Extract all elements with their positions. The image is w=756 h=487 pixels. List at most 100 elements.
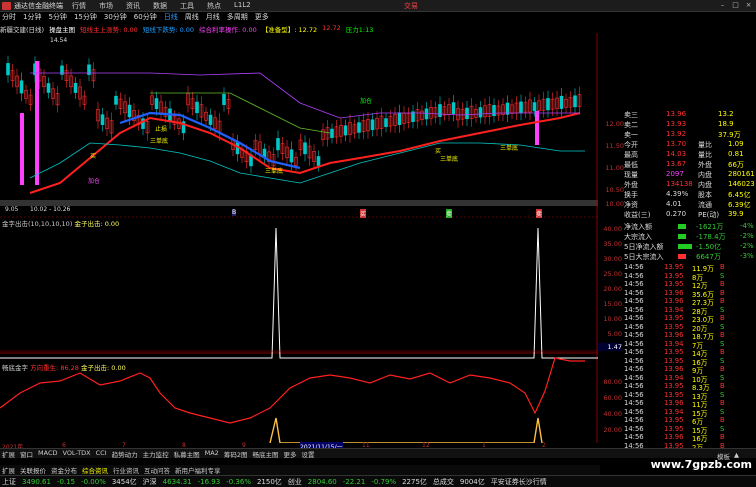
- stat-label: 净资: [624, 201, 638, 209]
- index-pct: -0.79%: [371, 477, 397, 486]
- flow-row: 大宗流入 -178.4万 -2%: [600, 232, 756, 241]
- index-name[interactable]: 创业: [288, 477, 302, 487]
- indicator-tab[interactable]: MA2: [205, 449, 219, 458]
- indicator-tab[interactable]: 主力监控: [143, 449, 169, 459]
- indicator-tab[interactable]: 更多: [283, 449, 296, 459]
- candle-body: [73, 82, 78, 93]
- info-tab[interactable]: 资金分布: [51, 465, 77, 475]
- menu-hot[interactable]: 热点: [207, 1, 221, 11]
- indicator-tab[interactable]: 畅底主图: [252, 449, 278, 459]
- period-tab[interactable]: 周线: [185, 12, 199, 22]
- info-tab[interactable]: 新用户福利专享: [175, 465, 221, 475]
- total-label: 总成交: [432, 477, 454, 486]
- candle-body: [451, 102, 456, 115]
- stat-value: 1.09: [728, 140, 744, 148]
- candle-body: [303, 142, 307, 155]
- tick-time: 14:56: [624, 424, 644, 433]
- indicator-tab[interactable]: CCI: [96, 449, 107, 458]
- sell-row[interactable]: 卖三 13.96 13.2: [600, 110, 756, 119]
- index-pct: -0.36%: [226, 477, 251, 486]
- candle-body: [330, 128, 334, 138]
- period-tab[interactable]: 多周期: [227, 12, 248, 22]
- candle-body: [357, 122, 361, 133]
- period-tab[interactable]: 30分钟: [104, 12, 127, 22]
- index-name[interactable]: 沪深: [143, 477, 157, 487]
- period-tab[interactable]: 分时: [2, 12, 16, 22]
- info-tab[interactable]: 关联报价: [20, 465, 46, 475]
- minimize-icon[interactable]: –: [718, 1, 727, 10]
- indicator-tab[interactable]: 设置: [301, 449, 314, 459]
- indicator-tab[interactable]: 趋势动力: [112, 449, 138, 459]
- tick-side: S: [720, 305, 725, 314]
- spike-line: [0, 227, 598, 359]
- tick-side: B: [720, 314, 725, 322]
- indicator-tab[interactable]: MACD: [38, 449, 57, 458]
- tick-time: 14:56: [624, 331, 644, 339]
- tick-time: 14:56: [624, 348, 644, 356]
- tick-time: 14:56: [624, 280, 644, 288]
- indicator-info-line: 新疆交建(日线) 操盘主图 短线主上涨势: 0.00 短线下跌势: 0.00 综…: [0, 24, 598, 34]
- candle-body: [222, 94, 226, 106]
- candle-body: [438, 104, 442, 117]
- flow-row: 5日大宗流入 6647万 -3%: [600, 252, 756, 261]
- tick-price: 13.96: [664, 331, 684, 339]
- info-tabs: 扩展 关联报价 资金分布 综合资讯 行业资讯 互动问答 新用户福利专享: [0, 465, 600, 475]
- stat-label: 流通: [698, 201, 712, 209]
- tick-side: S: [720, 424, 725, 433]
- tick-time: 14:56: [624, 288, 644, 297]
- indicator-tab[interactable]: 私募主图: [174, 449, 200, 459]
- sell-label: 卖二: [624, 121, 638, 129]
- candle-body: [573, 95, 577, 108]
- period-tab[interactable]: 5分钟: [48, 12, 66, 22]
- trend-line: [150, 92, 331, 134]
- sell-row[interactable]: 卖二 13.93 18.9: [600, 120, 756, 129]
- tick-side: B: [720, 288, 725, 297]
- info-tab[interactable]: 综合资讯: [82, 465, 108, 475]
- flow-value: -1.50亿: [696, 243, 722, 251]
- period-tab[interactable]: 月线: [206, 12, 220, 22]
- period-tab[interactable]: 15分钟: [74, 12, 97, 22]
- index-name[interactable]: 上证: [2, 477, 16, 487]
- candle-body: [478, 107, 483, 118]
- flow-bar: [678, 254, 686, 259]
- tick-price: 13.95: [664, 271, 684, 280]
- indicator-tab[interactable]: 扩展: [2, 449, 15, 459]
- stat-label: 现量: [624, 171, 638, 179]
- indicator-tab[interactable]: 窗口: [20, 449, 33, 459]
- stat-label: 最高: [624, 151, 638, 159]
- menu-data[interactable]: 数据: [153, 1, 167, 11]
- period-tab[interactable]: 1分钟: [23, 12, 41, 22]
- candle-body: [559, 95, 564, 109]
- period-tab[interactable]: 日线: [164, 12, 178, 22]
- menu-news[interactable]: 资讯: [126, 1, 140, 11]
- tick-price: 13.94: [664, 339, 684, 348]
- pressure-line: [30, 72, 580, 119]
- info-tab[interactable]: 互动问答: [144, 465, 170, 475]
- menu-tools[interactable]: 工具: [180, 1, 194, 11]
- flow-label: 净流入额: [624, 223, 652, 231]
- sell-row[interactable]: 卖一 13.92 37.9万: [600, 130, 756, 139]
- pane-separator: [0, 200, 598, 206]
- trade-button[interactable]: 交易: [404, 1, 418, 11]
- menu-quotes[interactable]: 行情: [72, 1, 86, 11]
- maximize-icon[interactable]: □: [731, 1, 740, 10]
- indicator-tab[interactable]: VOL-TDX: [62, 449, 90, 458]
- tick-time: 14:56: [624, 416, 644, 424]
- menu-market[interactable]: 市场: [99, 1, 113, 11]
- period-tab[interactable]: 更多: [255, 12, 269, 22]
- indicator-tab[interactable]: 筹码2图: [224, 449, 248, 459]
- tick-time: 14:56: [624, 399, 644, 407]
- info-tab[interactable]: 扩展: [2, 465, 15, 475]
- info-tab[interactable]: 行业资讯: [113, 465, 139, 475]
- tick-price: 13.95: [664, 314, 684, 322]
- stat-row: 现量 2097 内盘 280161: [600, 170, 756, 179]
- menu-l1l2[interactable]: L1L2: [234, 1, 251, 11]
- tick-time: 14:56: [624, 314, 644, 322]
- indicator-item: 【准备型】: 12.72: [261, 26, 318, 34]
- tick-price: 13.96: [664, 297, 684, 305]
- kline-chart[interactable]: 买买三单底三单底三单底三单底加仓止损加仓14.549.05 10.02 - 10.…: [0, 33, 598, 443]
- signal-label: 三单底: [150, 137, 168, 145]
- close-icon[interactable]: ×: [744, 1, 753, 10]
- period-tab[interactable]: 60分钟: [134, 12, 157, 22]
- tick-time: 14:56: [624, 433, 644, 441]
